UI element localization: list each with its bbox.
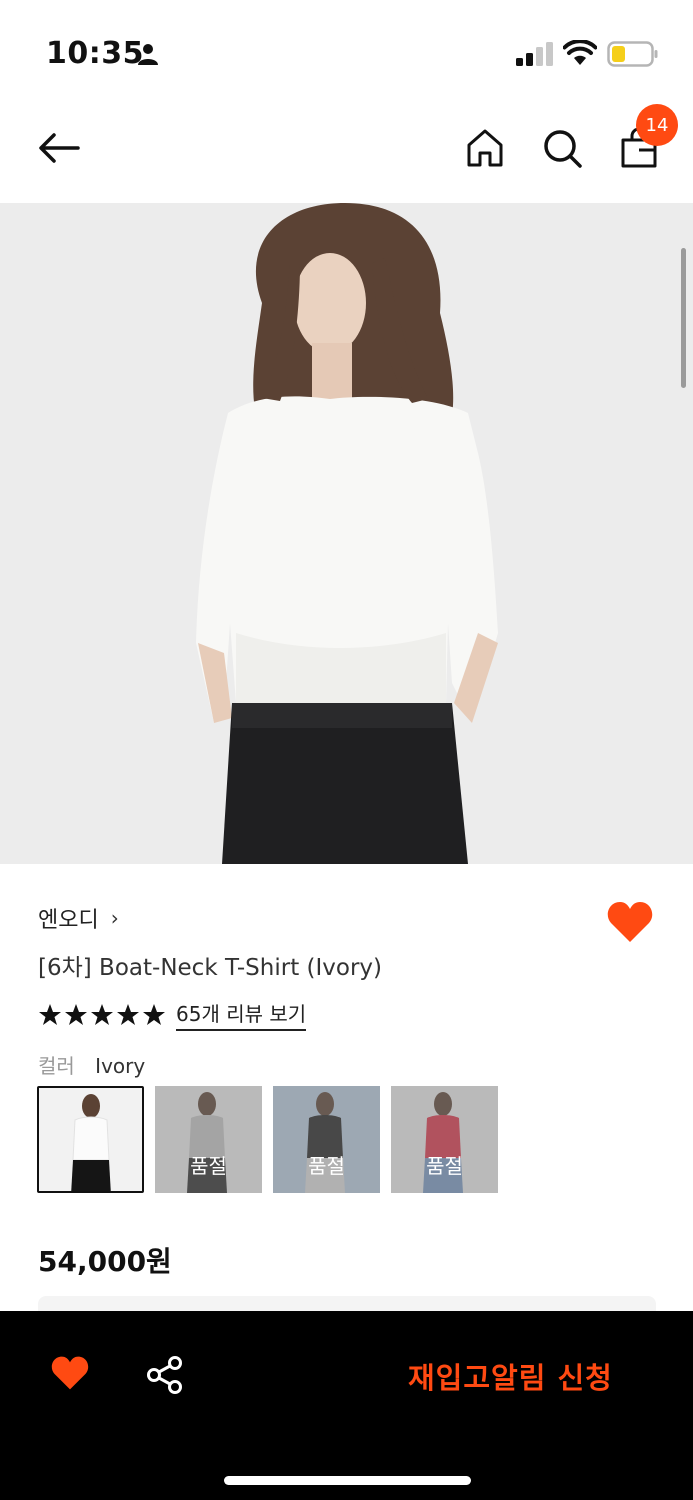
product-main-image[interactable]: [0, 203, 693, 864]
signal-icon: [516, 42, 553, 66]
back-arrow-icon[interactable]: [36, 128, 84, 168]
star-icon: [143, 1003, 165, 1025]
review-link[interactable]: 65개 리뷰 보기: [176, 998, 307, 1031]
chevron-right-icon: ›: [110, 906, 119, 930]
color-row: 컬러 Ivory: [38, 1050, 145, 1079]
product-price: 54,000원: [38, 1245, 172, 1278]
image-scrollbar[interactable]: [681, 248, 686, 388]
home-icon[interactable]: [463, 126, 507, 170]
bottom-action-bar: 재입고알림 신청: [0, 1311, 693, 1500]
status-bar: 10:35: [0, 0, 693, 100]
swatch-ivory-image: [39, 1088, 142, 1191]
swatch-ivory[interactable]: [37, 1086, 144, 1193]
brand-name: 엔오디: [38, 908, 99, 933]
swatch-black-status: 품절: [308, 1154, 345, 1178]
model-photo: [0, 203, 693, 864]
color-swatches: 품절 품절 품절: [37, 1086, 509, 1193]
wifi-icon: [563, 40, 597, 65]
color-value: Ivory: [95, 1054, 146, 1078]
star-icon: [39, 1003, 61, 1025]
battery-icon: [607, 41, 658, 67]
share-icon[interactable]: [146, 1355, 184, 1395]
rating-row: 65개 리뷰 보기: [38, 998, 307, 1031]
swatch-red-status: 품절: [426, 1154, 463, 1178]
swatch-red[interactable]: 품절: [391, 1086, 498, 1193]
star-icon: [65, 1003, 87, 1025]
swatch-gray[interactable]: 품절: [155, 1086, 262, 1193]
product-title: [6차] Boat-Neck T-Shirt (Ivory): [38, 955, 383, 981]
star-icon: [117, 1003, 139, 1025]
star-icon: [91, 1003, 113, 1025]
restock-alert-button[interactable]: 재입고알림 신청: [408, 1355, 613, 1397]
status-time: 10:35: [46, 36, 144, 71]
top-nav-bar: [0, 100, 693, 200]
brand-link[interactable]: 엔오디 ›: [38, 902, 119, 934]
person-icon: [138, 44, 158, 65]
heart-icon[interactable]: [50, 1355, 90, 1391]
color-label: 컬러: [38, 1054, 75, 1078]
search-icon[interactable]: [540, 126, 584, 170]
wishlist-heart-icon[interactable]: [606, 900, 654, 944]
swatch-black[interactable]: 품절: [273, 1086, 380, 1193]
cart-count-badge: 14: [636, 104, 678, 146]
home-indicator: [224, 1476, 471, 1485]
swatch-gray-status: 품절: [190, 1154, 227, 1178]
